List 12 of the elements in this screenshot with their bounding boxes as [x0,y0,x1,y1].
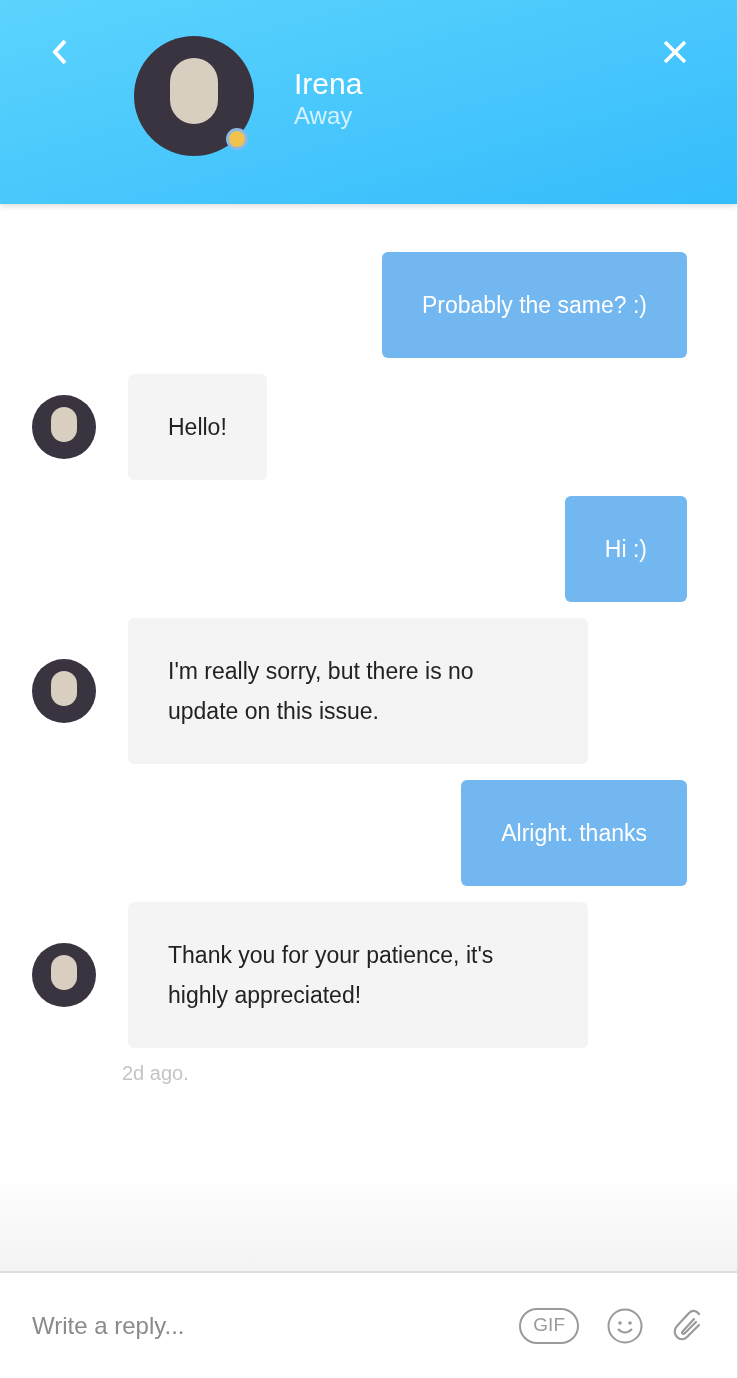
reply-input-field[interactable]: Write a reply... [32,1307,492,1344]
contact-name: Irena [294,66,363,102]
sent-message: Hi :) [564,496,687,602]
sent-message: Probably the same? :) [382,252,687,358]
gif-button[interactable]: GIF [519,1307,579,1344]
message-timestamp: 2d ago. [122,1061,190,1086]
received-message: Thank you for your patience, it's highly appreciated! [128,902,588,1048]
contact-status: Away [294,102,354,130]
received-message: I'm really sorry, but there is no update on this issue. [128,618,588,764]
received-message: Hello! [128,374,267,480]
emoji-icon[interactable] [607,1307,643,1344]
sent-message: Alright. thanks [461,780,687,886]
